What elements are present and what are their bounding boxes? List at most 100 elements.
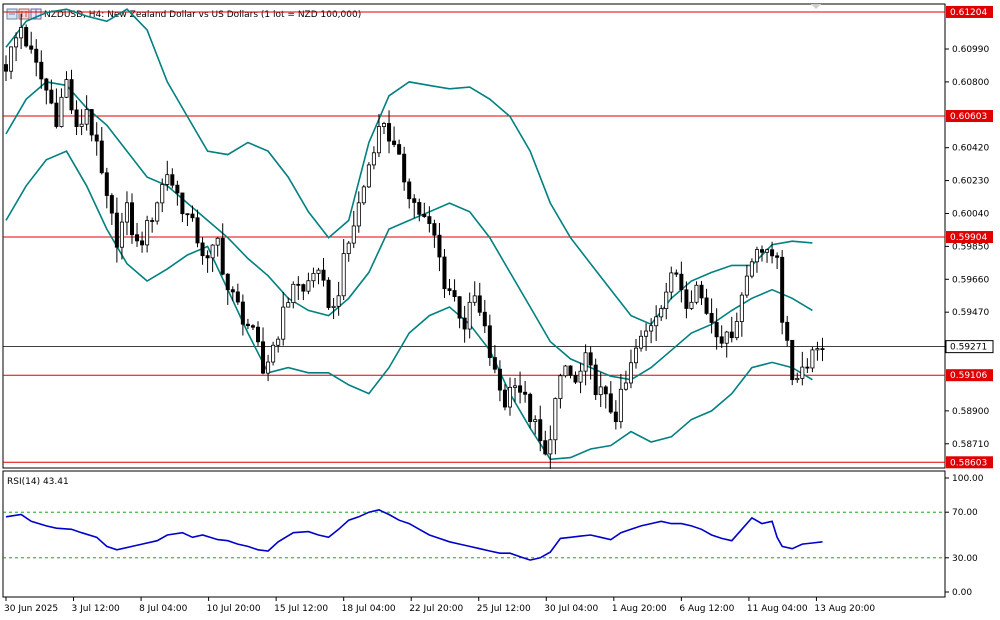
bullish-candle-body bbox=[628, 362, 633, 384]
bullish-candle-body bbox=[155, 202, 160, 222]
bearish-candle-body bbox=[674, 272, 679, 275]
bullish-candle-body bbox=[311, 272, 316, 282]
chart-type-icon[interactable] bbox=[6, 8, 18, 20]
bullish-candle-body bbox=[64, 79, 69, 98]
bearish-candle-body bbox=[442, 256, 447, 290]
bearish-candle-body bbox=[588, 352, 593, 366]
bearish-candle-body bbox=[321, 269, 326, 281]
rsi-tick-label: 70.00 bbox=[952, 508, 978, 518]
bearish-candle-body bbox=[417, 202, 422, 215]
bullish-candle-body bbox=[79, 123, 84, 127]
bullish-candle-body bbox=[507, 386, 512, 408]
bearish-candle-body bbox=[109, 195, 114, 214]
bullish-candle-body bbox=[578, 370, 583, 383]
candle bbox=[563, 364, 568, 378]
time-tick-label: 22 Jul 20:00 bbox=[409, 604, 463, 614]
bullish-candle-body bbox=[810, 349, 815, 369]
candle bbox=[790, 339, 795, 386]
time-tick-label: 18 Jul 04:00 bbox=[342, 604, 396, 614]
bearish-candle-body bbox=[185, 213, 190, 216]
time-tick-label: 25 Jul 12:00 bbox=[477, 604, 531, 614]
bearish-candle-body bbox=[593, 364, 598, 396]
bullish-candle-body bbox=[689, 301, 694, 309]
bearish-candle-body bbox=[457, 296, 462, 319]
bearish-candle-body bbox=[573, 374, 578, 383]
bullish-candle-body bbox=[346, 242, 351, 254]
price-tick-label: 0.58900 bbox=[952, 407, 989, 417]
level-price-tag-label: 0.59106 bbox=[950, 371, 987, 381]
bullish-candle-body bbox=[366, 164, 371, 188]
bullish-candle-body bbox=[754, 249, 759, 263]
bearish-candle-body bbox=[452, 290, 457, 298]
bearish-candle-body bbox=[538, 419, 543, 442]
bearish-candle-body bbox=[523, 391, 528, 395]
bullish-candle-body bbox=[664, 291, 669, 310]
bullish-candle-body bbox=[598, 386, 603, 396]
bullish-candle-body bbox=[119, 221, 124, 248]
bearish-candle-body bbox=[613, 411, 618, 423]
price-tick-label: 0.60420 bbox=[952, 144, 989, 154]
bearish-candle-body bbox=[230, 289, 235, 293]
bearish-candle-body bbox=[39, 61, 44, 80]
bullish-candle-body bbox=[724, 331, 729, 344]
candle bbox=[155, 201, 160, 225]
bearish-candle-body bbox=[568, 365, 573, 376]
rsi-tick-label: 100.00 bbox=[952, 474, 984, 484]
bearish-candle-body bbox=[301, 284, 306, 292]
bullish-candle-body bbox=[210, 244, 215, 259]
bullish-candle-body bbox=[654, 316, 659, 327]
bullish-candle-body bbox=[563, 365, 568, 377]
bearish-candle-body bbox=[114, 212, 119, 248]
bearish-candle-body bbox=[24, 27, 29, 47]
bearish-candle-body bbox=[820, 348, 825, 351]
bearish-candle-body bbox=[699, 284, 704, 299]
bearish-candle-body bbox=[200, 242, 205, 257]
bearish-candle-body bbox=[603, 386, 608, 395]
bullish-candle-body bbox=[472, 295, 477, 303]
bullish-candle-body bbox=[749, 261, 754, 277]
bearish-candle-body bbox=[704, 297, 709, 314]
bearish-candle-body bbox=[780, 256, 785, 323]
bearish-candle-body bbox=[608, 393, 613, 413]
rsi-tick-label: 30.00 bbox=[952, 554, 978, 564]
price-chart[interactable]: NZDUSD, H4: New Zealand Dollar vs US Dol… bbox=[0, 0, 1000, 620]
bearish-candle-body bbox=[245, 323, 250, 327]
bearish-candle-body bbox=[99, 140, 104, 174]
bullish-candle-body bbox=[583, 352, 588, 372]
bearish-candle-body bbox=[462, 317, 467, 330]
level-price-tag-label: 0.59904 bbox=[950, 233, 987, 243]
bullish-candle-body bbox=[59, 96, 64, 127]
bearish-candle-body bbox=[502, 389, 507, 408]
bullish-candle-body bbox=[215, 237, 220, 246]
bearish-candle-body bbox=[140, 240, 145, 246]
bearish-candle-body bbox=[487, 325, 492, 358]
bullish-candle-body bbox=[553, 398, 558, 441]
time-tick-label: 1 Aug 20:00 bbox=[612, 604, 667, 614]
bullish-candle-body bbox=[639, 335, 644, 349]
candle bbox=[24, 24, 29, 48]
bearish-candle-body bbox=[74, 109, 79, 127]
bullish-candle-body bbox=[513, 385, 518, 388]
bullish-candle-body bbox=[356, 202, 361, 227]
bearish-candle-body bbox=[785, 321, 790, 341]
bullish-candle-body bbox=[84, 109, 89, 125]
bearish-candle-body bbox=[104, 172, 109, 196]
bullish-candle-body bbox=[548, 439, 553, 455]
bearish-candle-body bbox=[432, 223, 437, 236]
bullish-candle-body bbox=[634, 347, 639, 364]
candle bbox=[780, 250, 785, 335]
bearish-candle-body bbox=[205, 255, 210, 259]
rsi-title: RSI(14) 43.41 bbox=[7, 477, 69, 487]
bearish-candle-body bbox=[447, 288, 452, 291]
bullish-candle-body bbox=[281, 306, 286, 340]
bullish-candle-body bbox=[734, 321, 739, 339]
bearish-candle-body bbox=[412, 198, 417, 203]
bearish-candle-body bbox=[54, 102, 59, 127]
bearish-candle-body bbox=[261, 341, 266, 374]
chart-ohlc-icon[interactable] bbox=[18, 8, 30, 20]
bullish-candle-body bbox=[618, 388, 623, 423]
bearish-candle-body bbox=[679, 273, 684, 291]
bearish-candle-body bbox=[518, 385, 523, 393]
bearish-candle-body bbox=[150, 220, 155, 222]
bullish-candle-body bbox=[124, 202, 129, 223]
